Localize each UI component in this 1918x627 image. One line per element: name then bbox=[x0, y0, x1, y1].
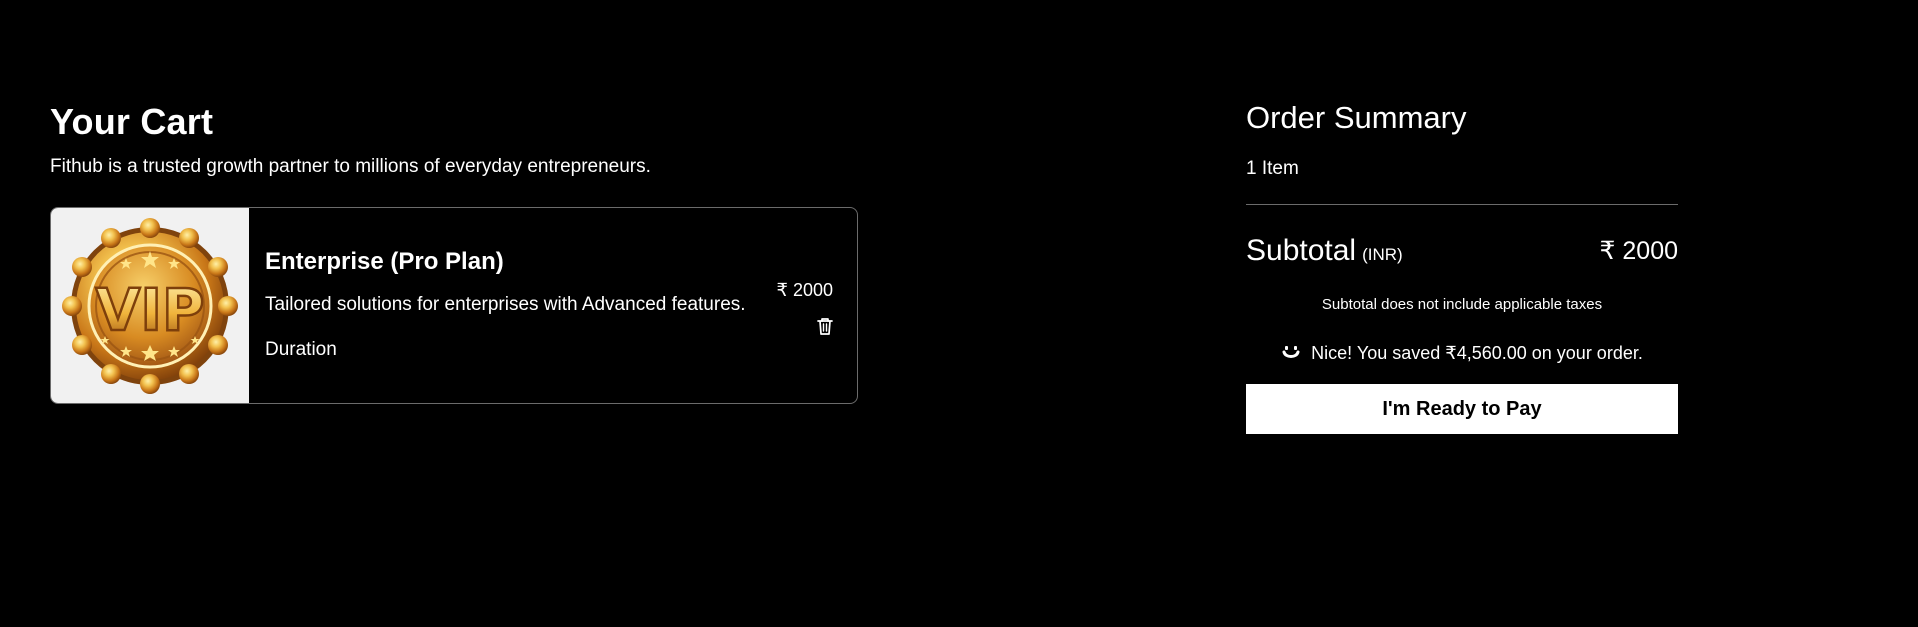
cart-subtitle: Fithub is a trusted growth partner to mi… bbox=[50, 156, 651, 177]
item-price: ₹ 2000 bbox=[776, 280, 834, 300]
item-name: Enterprise (Pro Plan) bbox=[265, 248, 504, 275]
item-duration-label: Duration bbox=[265, 339, 337, 360]
vip-badge-icon: VIP bbox=[62, 218, 238, 394]
order-summary-title: Order Summary bbox=[1246, 100, 1467, 135]
trash-icon bbox=[817, 318, 833, 335]
vip-badge-label: VIP bbox=[96, 276, 205, 344]
tax-note: Subtotal does not include applicable tax… bbox=[1321, 296, 1603, 313]
subtotal-text: Subtotal bbox=[1246, 234, 1357, 267]
summary-divider bbox=[1246, 204, 1678, 205]
subtotal-label: Subtotal (INR) bbox=[1246, 231, 1403, 275]
item-description: Tailored solutions for enterprises with … bbox=[265, 294, 746, 315]
item-image: VIP bbox=[51, 208, 249, 403]
item-count: 1 Item bbox=[1246, 158, 1299, 179]
cart-section: Your Cart Fithub is a trusted growth par… bbox=[50, 96, 860, 404]
subtotal-row: Subtotal (INR) ₹ 2000 bbox=[1246, 231, 1678, 271]
savings-text: Nice! You saved ₹4,560.00 on your order. bbox=[1311, 343, 1643, 363]
ready-to-pay-button[interactable]: I'm Ready to Pay bbox=[1246, 384, 1678, 434]
subtotal-currency: (INR) bbox=[1362, 245, 1403, 264]
cart-item: VIP Enterprise (Pro Plan) Tailored solut… bbox=[50, 207, 858, 404]
subtotal-amount: ₹ 2000 bbox=[1599, 237, 1678, 265]
delete-item-button[interactable] bbox=[815, 315, 835, 337]
item-info: Enterprise (Pro Plan) Tailored solutions… bbox=[265, 246, 785, 363]
savings-message: Nice! You saved ₹4,560.00 on your order. bbox=[1246, 341, 1678, 365]
smile-icon bbox=[1281, 343, 1301, 363]
cart-title: Your Cart bbox=[50, 101, 214, 142]
order-summary: Order Summary 1 Item Subtotal (INR) ₹ 200… bbox=[1246, 96, 1678, 434]
